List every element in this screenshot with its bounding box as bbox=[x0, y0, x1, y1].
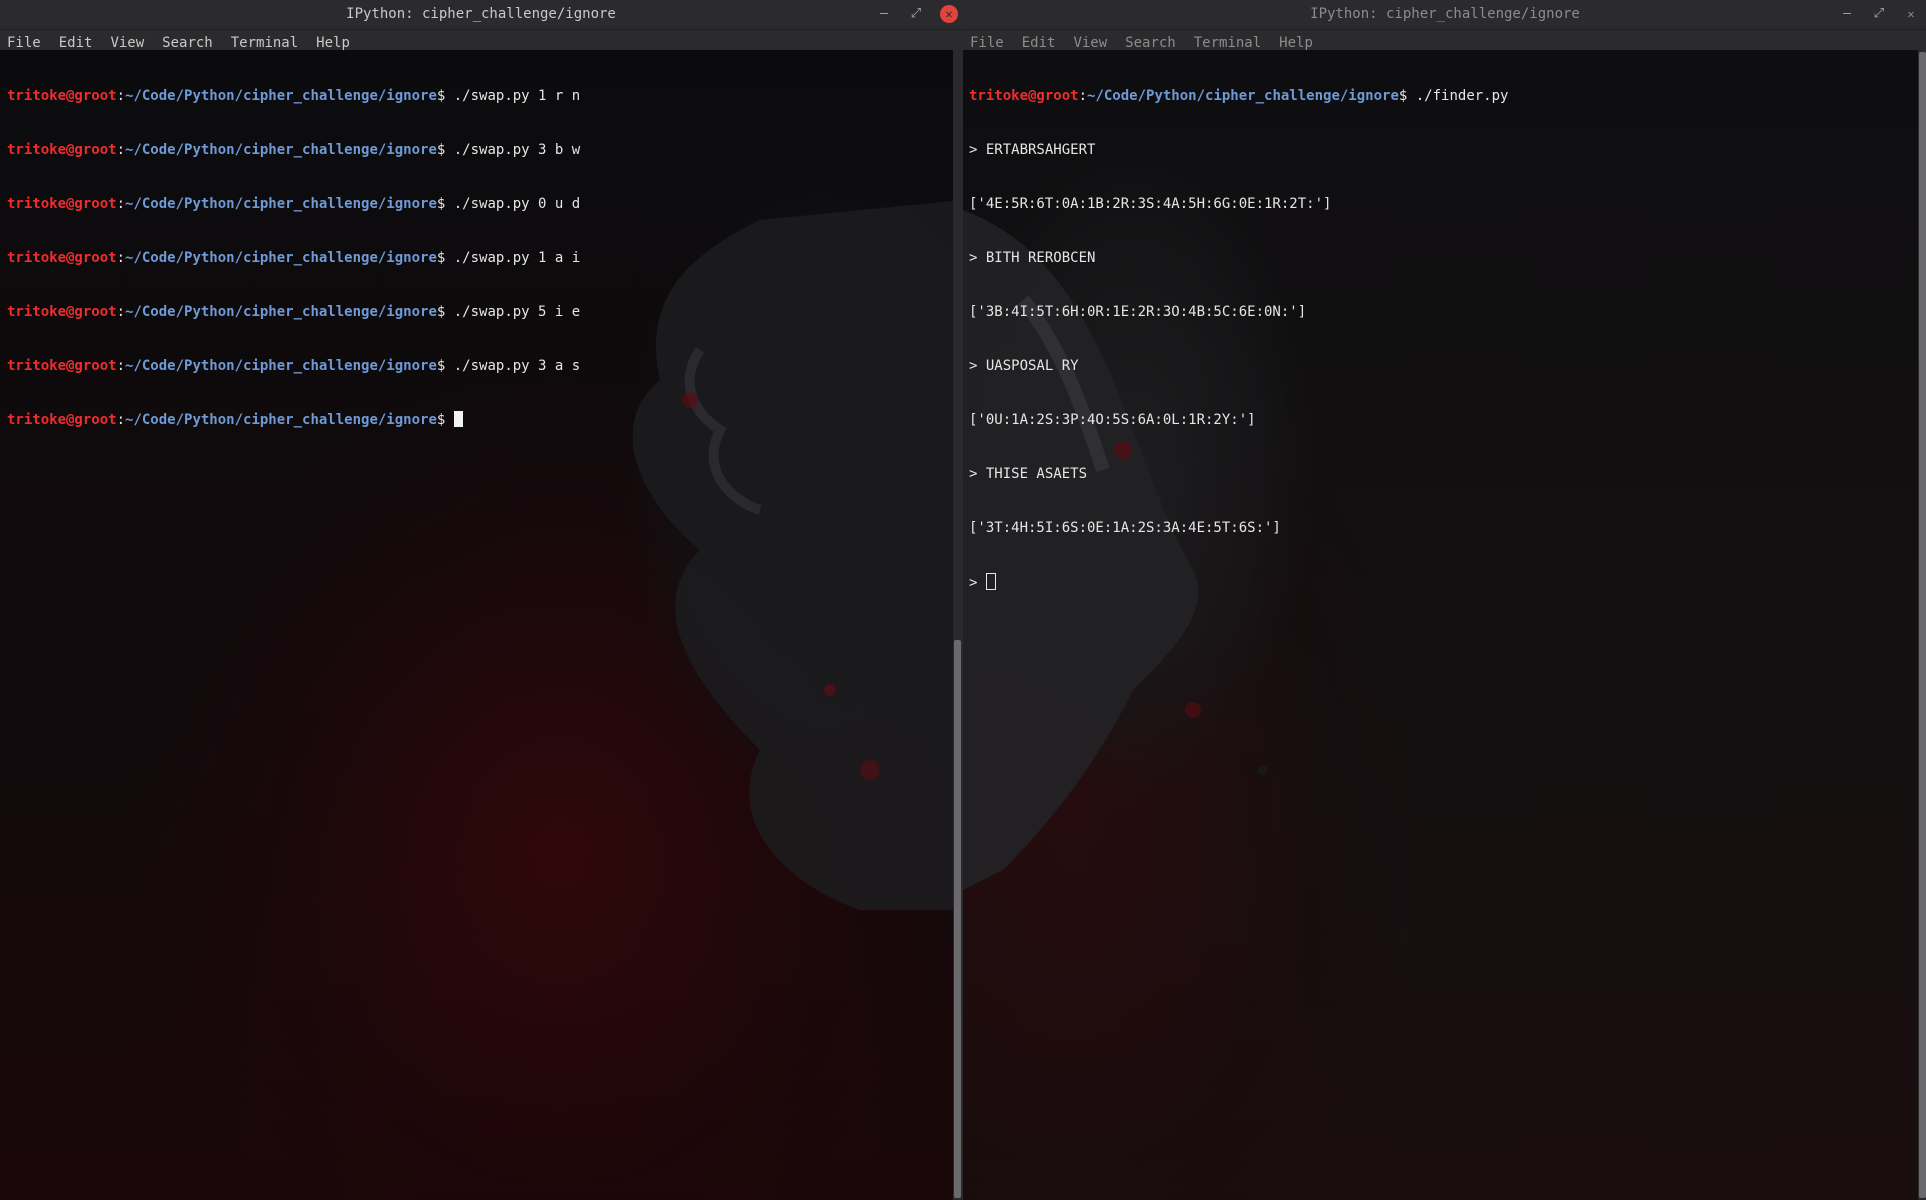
terminal-line: tritoke@groot:~/Code/Python/cipher_chall… bbox=[7, 142, 581, 158]
output-line: > UASPOSAL RY bbox=[969, 358, 1079, 374]
output-line: ['3B:4I:5T:6H:0R:1E:2R:3O:4B:5C:6E:0N:'] bbox=[969, 304, 1307, 320]
output-line: > THISE ASAETS bbox=[969, 466, 1088, 482]
terminal-output-left[interactable]: tritoke@groot:~/Code/Python/cipher_chall… bbox=[0, 50, 962, 1200]
menu-view[interactable]: View bbox=[1073, 35, 1107, 51]
scrollbar-right[interactable] bbox=[1918, 50, 1926, 1200]
menu-terminal[interactable]: Terminal bbox=[231, 35, 298, 51]
restore-icon[interactable]: ⤢ bbox=[907, 5, 925, 23]
text-cursor bbox=[453, 411, 463, 427]
terminal-lines-right: tritoke@groot:~/Code/Python/cipher_chall… bbox=[963, 50, 1926, 627]
menu-search[interactable]: Search bbox=[162, 35, 213, 51]
close-icon[interactable]: ✕ bbox=[940, 5, 958, 23]
scrollbar-thumb[interactable] bbox=[1919, 52, 1926, 1198]
terminal-window-right[interactable]: IPython: cipher_challenge/ignore – ⤢ ✕ F… bbox=[962, 0, 1926, 1200]
output-line: ['4E:5R:6T:0A:1B:2R:3S:4A:5H:6G:0E:1R:2T… bbox=[969, 196, 1332, 212]
menu-terminal[interactable]: Terminal bbox=[1194, 35, 1261, 51]
menu-edit[interactable]: Edit bbox=[1022, 35, 1056, 51]
menu-file[interactable]: File bbox=[7, 35, 41, 51]
terminal-window-left[interactable]: IPython: cipher_challenge/ignore – ⤢ ✕ F… bbox=[0, 0, 962, 1200]
terminal-lines-left: tritoke@groot:~/Code/Python/cipher_chall… bbox=[0, 50, 962, 465]
terminal-line: tritoke@groot:~/Code/Python/cipher_chall… bbox=[7, 88, 581, 104]
menu-edit[interactable]: Edit bbox=[59, 35, 93, 51]
menu-view[interactable]: View bbox=[110, 35, 144, 51]
window-title: IPython: cipher_challenge/ignore bbox=[346, 6, 616, 22]
terminal-output-right[interactable]: tritoke@groot:~/Code/Python/cipher_chall… bbox=[963, 50, 1926, 1200]
scrollbar-thumb[interactable] bbox=[954, 640, 961, 1198]
output-line: > ERTABRSAHGERT bbox=[969, 142, 1096, 158]
minimize-icon[interactable]: – bbox=[1838, 5, 1856, 23]
titlebar-right[interactable]: IPython: cipher_challenge/ignore – ⤢ ✕ bbox=[963, 0, 1926, 30]
scrollbar-left[interactable] bbox=[953, 50, 962, 1200]
input-prompt-line[interactable]: > bbox=[969, 573, 1926, 591]
window-title: IPython: cipher_challenge/ignore bbox=[1310, 6, 1580, 22]
terminal-line: tritoke@groot:~/Code/Python/cipher_chall… bbox=[7, 358, 581, 374]
restore-icon[interactable]: ⤢ bbox=[1870, 5, 1888, 23]
terminal-current-line[interactable]: tritoke@groot:~/Code/Python/cipher_chall… bbox=[7, 411, 962, 429]
text-cursor bbox=[985, 573, 996, 590]
terminal-line: tritoke@groot:~/Code/Python/cipher_chall… bbox=[969, 88, 1509, 104]
output-line: ['3T:4H:5I:6S:0E:1A:2S:3A:4E:5T:6S:'] bbox=[969, 520, 1281, 536]
terminal-line: tritoke@groot:~/Code/Python/cipher_chall… bbox=[7, 250, 581, 266]
output-line: > BITH REROBCEN bbox=[969, 250, 1096, 266]
terminal-line: tritoke@groot:~/Code/Python/cipher_chall… bbox=[7, 304, 581, 320]
terminal-line: tritoke@groot:~/Code/Python/cipher_chall… bbox=[7, 196, 581, 212]
titlebar-left[interactable]: IPython: cipher_challenge/ignore – ⤢ ✕ bbox=[0, 0, 962, 30]
menu-search[interactable]: Search bbox=[1125, 35, 1176, 51]
close-icon[interactable]: ✕ bbox=[1902, 5, 1920, 23]
minimize-icon[interactable]: – bbox=[875, 5, 893, 23]
output-line: ['0U:1A:2S:3P:4O:5S:6A:0L:1R:2Y:'] bbox=[969, 412, 1256, 428]
menu-help[interactable]: Help bbox=[1279, 35, 1313, 51]
menu-help[interactable]: Help bbox=[316, 35, 350, 51]
menu-file[interactable]: File bbox=[970, 35, 1004, 51]
